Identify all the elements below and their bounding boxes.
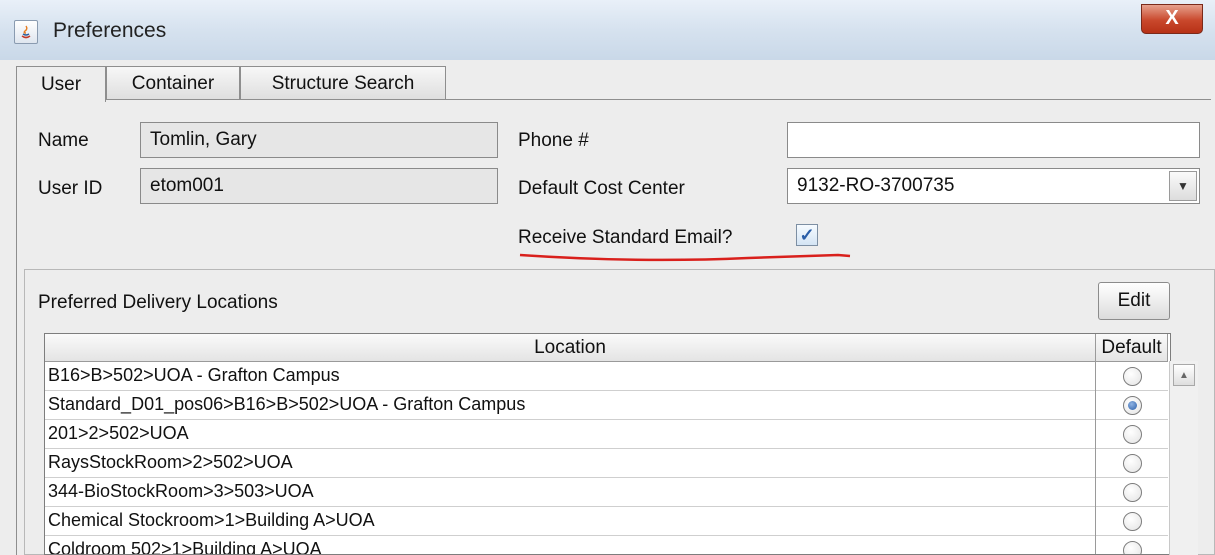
table-row[interactable]: Chemical Stockroom>1>Building A>UOA: [45, 507, 1095, 536]
title-bar: Preferences X: [0, 0, 1215, 60]
default-cell: [1096, 391, 1168, 420]
preferences-window: Preferences X User Container Structure S…: [0, 0, 1215, 555]
location-cell: B16>B>502>UOA - Grafton Campus: [48, 365, 340, 385]
location-cell: Chemical Stockroom>1>Building A>UOA: [48, 510, 375, 530]
name-field: Tomlin, Gary: [140, 122, 498, 158]
table-row[interactable]: 344-BioStockRoom>3>503>UOA: [45, 478, 1095, 507]
location-cell: RaysStockRoom>2>502>UOA: [48, 452, 293, 472]
default-radio[interactable]: [1122, 511, 1142, 531]
tab-user[interactable]: User: [16, 66, 106, 102]
default-cell: [1096, 449, 1168, 478]
default-radio[interactable]: [1122, 366, 1142, 386]
user-id-label: User ID: [38, 178, 103, 199]
cost-center-dropdown[interactable]: 9132-RO-3700735 ▼: [787, 168, 1200, 204]
default-cell: [1096, 362, 1168, 391]
table-row[interactable]: 201>2>502>UOA: [45, 420, 1095, 449]
phone-field[interactable]: [787, 122, 1200, 158]
pane-border: [16, 99, 17, 555]
default-cell: [1096, 536, 1168, 554]
default-radio-selected[interactable]: [1122, 395, 1142, 415]
red-underline-annotation: [519, 253, 851, 262]
close-button[interactable]: X: [1141, 4, 1203, 34]
default-cell: [1096, 507, 1168, 536]
location-cell: 344-BioStockRoom>3>503>UOA: [48, 481, 314, 501]
table-row[interactable]: Standard_D01_pos06>B16>B>502>UOA - Graft…: [45, 391, 1095, 420]
default-radio[interactable]: [1122, 453, 1142, 473]
cost-center-value: 9132-RO-3700735: [797, 175, 955, 196]
location-cell: 201>2>502>UOA: [48, 423, 189, 443]
table-row[interactable]: Coldroom 502>1>Building A>UOA: [45, 536, 1095, 555]
default-radio[interactable]: [1122, 540, 1142, 554]
window-title: Preferences: [53, 19, 167, 42]
tab-structure-search[interactable]: Structure Search: [240, 66, 446, 100]
delivery-title: Preferred Delivery Locations: [38, 292, 278, 313]
user-id-field: etom001: [140, 168, 498, 204]
java-app-icon: [14, 20, 38, 44]
default-cell: [1096, 420, 1168, 449]
tab-container[interactable]: Container: [106, 66, 240, 100]
scroll-up-arrow-icon[interactable]: ▲: [1173, 364, 1195, 386]
phone-label: Phone #: [518, 130, 589, 151]
edit-button[interactable]: Edit: [1098, 282, 1170, 320]
table-row[interactable]: B16>B>502>UOA - Grafton Campus: [45, 362, 1095, 391]
vertical-scrollbar[interactable]: ▲: [1169, 361, 1198, 555]
default-radio[interactable]: [1122, 482, 1142, 502]
column-header-location[interactable]: Location: [45, 334, 1096, 362]
checkmark-icon: ✓: [799, 225, 815, 245]
name-label: Name: [38, 130, 89, 151]
chevron-down-icon[interactable]: ▼: [1169, 171, 1197, 201]
cost-center-label: Default Cost Center: [518, 178, 685, 199]
tab-divider: [16, 99, 1211, 100]
table-row[interactable]: RaysStockRoom>2>502>UOA: [45, 449, 1095, 478]
column-header-default[interactable]: Default: [1096, 334, 1168, 362]
receive-email-checkbox[interactable]: ✓: [796, 224, 818, 246]
location-cell: Coldroom 502>1>Building A>UOA: [48, 539, 322, 555]
location-cell: Standard_D01_pos06>B16>B>502>UOA - Graft…: [48, 394, 526, 414]
email-label: Receive Standard Email?: [518, 227, 733, 248]
table-header: Location Default: [45, 334, 1170, 362]
default-radio[interactable]: [1122, 424, 1142, 444]
default-cell: [1096, 478, 1168, 507]
locations-table: Location Default B16>B>502>UOA - Grafton…: [44, 333, 1171, 555]
